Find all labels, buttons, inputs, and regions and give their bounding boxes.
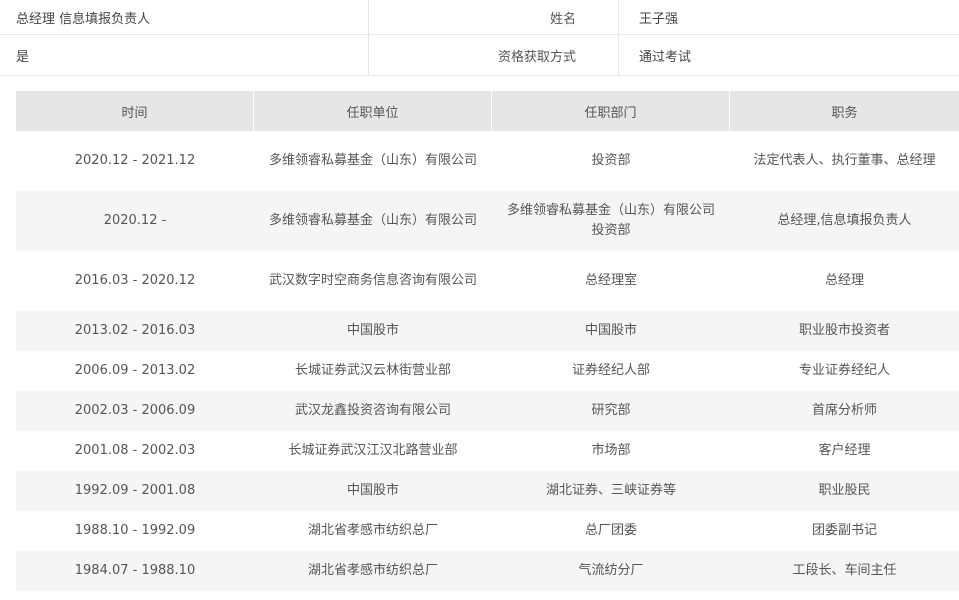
info-row-qualification: 是 资格获取方式 通过考试 [0, 35, 959, 76]
table-row: 2013.02 - 2016.03 中国股市 中国股市 职业股市投资者 [16, 311, 959, 351]
cell-dept: 证券经纪人部 [571, 363, 650, 378]
cell-dept: 投资部 [591, 153, 631, 168]
cell-time: 2020.12 - [103, 213, 167, 228]
cell-dept: 多维领睿私募基金（山东）有限公司投资部 [506, 203, 715, 238]
cell-unit: 中国股市 [346, 323, 399, 338]
cell-post: 总经理 [824, 273, 864, 288]
cell-time: 1988.10 - 1992.09 [74, 523, 196, 538]
position-text: 总经理 信息填报负责人 [16, 11, 151, 27]
cell-dept: 气流纺分厂 [578, 563, 644, 578]
cell-unit: 武汉数字时空商务信息咨询有限公司 [268, 273, 477, 288]
cell-post: 职业股民 [818, 483, 871, 498]
table-row: 2006.09 - 2013.02 长城证券武汉云林街营业部 证券经纪人部 专业… [16, 351, 959, 391]
name-label: 姓名 [549, 11, 576, 27]
name-label-cell: 姓名 [369, 0, 598, 34]
name-value: 王子强 [639, 11, 679, 27]
cell-dept: 研究部 [591, 403, 631, 418]
yes-text: 是 [16, 49, 30, 65]
table-row: 2016.03 - 2020.12 武汉数字时空商务信息咨询有限公司 总经理室 … [16, 251, 959, 311]
cell-time: 1992.09 - 2001.08 [74, 483, 196, 498]
cell-time: 2020.12 - 2021.12 [74, 153, 196, 168]
table-row: 1992.09 - 2001.08 中国股市 湖北证券、三峡证券等 职业股民 [16, 471, 959, 511]
cell-unit: 多维领睿私募基金（山东）有限公司 [268, 153, 477, 168]
table-header: 时间 任职单位 任职部门 职务 [16, 91, 959, 131]
header-time: 时间 [16, 91, 254, 131]
header-post: 职务 [831, 105, 858, 121]
cell-post: 职业股市投资者 [798, 323, 890, 338]
cell-post: 首席分析师 [811, 403, 877, 418]
cell-time: 2001.08 - 2002.03 [74, 443, 196, 458]
cell-post: 客户经理 [818, 443, 871, 458]
column-divider [618, 0, 619, 34]
cell-post: 法定代表人、执行董事、总经理 [753, 153, 936, 168]
cell-unit: 湖北省孝感市纺织总厂 [307, 563, 438, 578]
table-row: 1988.10 - 1992.09 湖北省孝感市纺织总厂 总厂团委 团委副书记 [16, 511, 959, 551]
cell-post: 专业证券经纪人 [798, 363, 890, 378]
info-row-name: 总经理 信息填报负责人 姓名 王子强 [0, 0, 959, 35]
table-row: 2002.03 - 2006.09 武汉龙鑫投资咨询有限公司 研究部 首席分析师 [16, 391, 959, 431]
cell-time: 1984.07 - 1988.10 [74, 563, 196, 578]
cell-time: 2016.03 - 2020.12 [74, 273, 196, 288]
manager-info-section: 总经理 信息填报负责人 姓名 王子强 是 资格获取方式 通过考试 [0, 0, 959, 76]
cell-unit: 长城证券武汉江汉北路营业部 [288, 443, 458, 458]
header-dept: 任职部门 [492, 91, 730, 131]
cell-dept: 总厂团委 [584, 523, 637, 538]
cell-time: 2013.02 - 2016.03 [74, 323, 196, 338]
cell-unit: 中国股市 [346, 483, 399, 498]
cell-post: 工段长、车间主任 [792, 563, 897, 578]
cell-dept: 中国股市 [584, 323, 637, 338]
cell-unit: 武汉龙鑫投资咨询有限公司 [294, 403, 451, 418]
table-row: 2020.12 - 2021.12 多维领睿私募基金（山东）有限公司 投资部 法… [16, 131, 959, 191]
header-unit: 任职单位 [254, 91, 492, 131]
qualification-value: 通过考试 [639, 49, 692, 65]
table-row: 2001.08 - 2002.03 长城证券武汉江汉北路营业部 市场部 客户经理 [16, 431, 959, 471]
cell-unit: 多维领睿私募基金（山东）有限公司 [268, 213, 477, 228]
cell-dept: 市场部 [591, 443, 631, 458]
cell-dept: 湖北证券、三峡证券等 [545, 483, 676, 498]
qualification-label-cell: 资格获取方式 [369, 35, 598, 75]
table-row: 1984.07 - 1988.10 湖北省孝感市纺织总厂 气流纺分厂 工段长、车… [16, 551, 959, 591]
cell-post: 团委副书记 [811, 523, 877, 538]
cell-time: 2002.03 - 2006.09 [74, 403, 196, 418]
cell-post: 总经理,信息填报负责人 [777, 213, 912, 228]
table-row: 2020.12 - 多维领睿私募基金（山东）有限公司 多维领睿私募基金（山东）有… [16, 191, 959, 251]
qualification-label: 资格获取方式 [497, 49, 576, 65]
employment-history-table: 时间 任职单位 任职部门 职务 2020.12 - 2021.12 多维领睿私募… [16, 91, 959, 591]
cell-unit: 长城证券武汉云林街营业部 [294, 363, 451, 378]
cell-time: 2006.09 - 2013.02 [74, 363, 196, 378]
column-divider [618, 35, 619, 75]
cell-unit: 湖北省孝感市纺织总厂 [307, 523, 438, 538]
cell-dept: 总经理室 [584, 273, 637, 288]
